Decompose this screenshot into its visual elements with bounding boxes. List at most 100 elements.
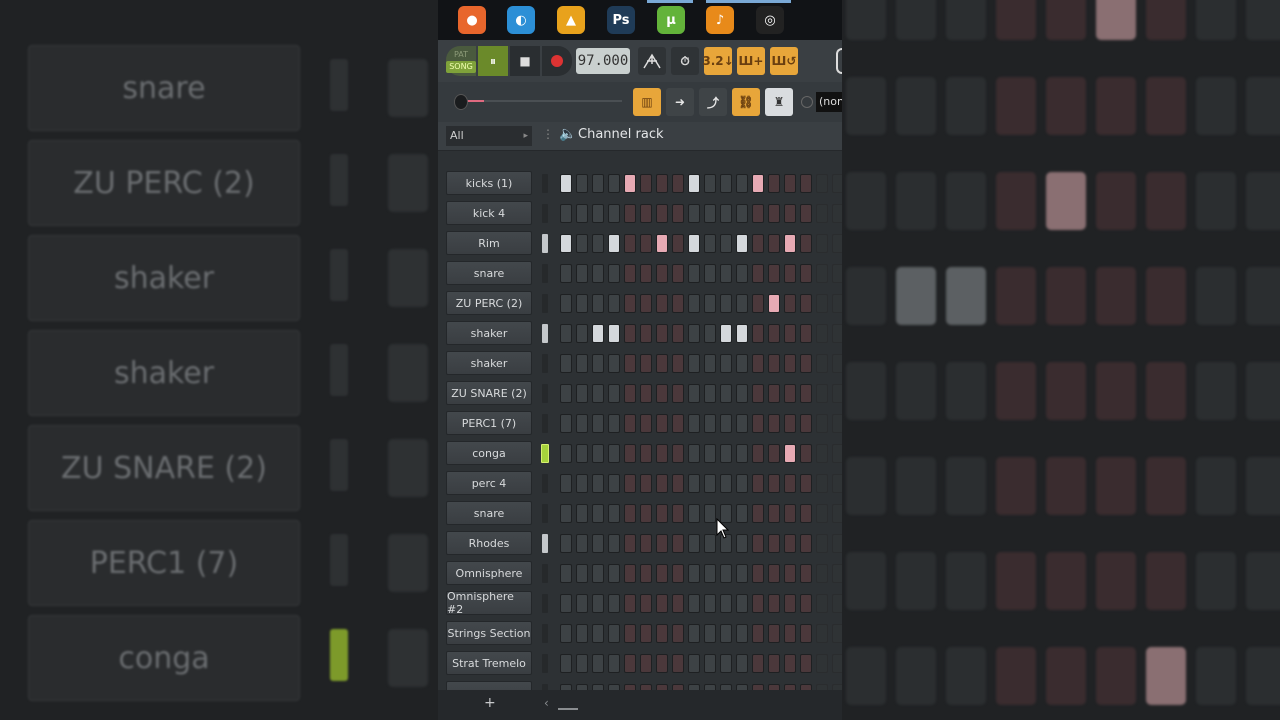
step-button[interactable] (736, 354, 748, 373)
step-button[interactable] (720, 594, 732, 613)
step-button[interactable] (736, 264, 748, 283)
output-select[interactable]: (non (816, 92, 842, 112)
step-button[interactable] (816, 294, 828, 313)
step-button[interactable] (560, 534, 572, 553)
step-button[interactable] (784, 594, 796, 613)
step-button[interactable] (656, 594, 668, 613)
step-button[interactable] (720, 204, 732, 223)
step-button[interactable] (688, 534, 700, 553)
step-button[interactable] (624, 504, 636, 523)
step-button[interactable] (720, 654, 732, 673)
step-button[interactable] (800, 204, 812, 223)
step-button[interactable] (704, 534, 716, 553)
step-button[interactable] (672, 624, 684, 643)
channel-select-led[interactable] (542, 564, 548, 583)
step-button[interactable] (576, 174, 588, 193)
step-button[interactable] (768, 594, 780, 613)
step-button[interactable] (608, 204, 620, 223)
step-button[interactable] (656, 444, 668, 463)
step-button[interactable] (592, 564, 604, 583)
step-button[interactable] (640, 204, 652, 223)
step-button[interactable] (688, 174, 700, 193)
obs-icon[interactable]: ◎ (756, 6, 784, 34)
step-button[interactable] (800, 534, 812, 553)
step-button[interactable] (800, 654, 812, 673)
channel-name-button[interactable]: shaker (446, 321, 532, 345)
step-button[interactable] (592, 384, 604, 403)
step-button[interactable] (784, 654, 796, 673)
step-button[interactable] (800, 234, 812, 253)
step-button[interactable] (800, 594, 812, 613)
step-button[interactable] (768, 294, 780, 313)
add-channel-button[interactable]: + (484, 695, 496, 711)
step-button[interactable] (752, 264, 764, 283)
step-button[interactable] (576, 564, 588, 583)
step-button[interactable] (560, 174, 572, 193)
stop-button[interactable]: ■ (510, 46, 540, 76)
step-button[interactable] (768, 354, 780, 373)
channel-name-button[interactable]: kicks (1) (446, 171, 532, 195)
step-button[interactable] (752, 174, 764, 193)
step-button[interactable] (832, 234, 842, 253)
step-button[interactable] (704, 324, 716, 343)
step-button[interactable] (768, 534, 780, 553)
step-button[interactable] (768, 474, 780, 493)
step-button[interactable] (656, 234, 668, 253)
step-button[interactable] (624, 444, 636, 463)
step-button[interactable] (720, 624, 732, 643)
step-button[interactable] (752, 654, 764, 673)
tempo-display[interactable]: 97.000 (576, 48, 630, 74)
channel-select-led[interactable] (542, 504, 548, 523)
step-button[interactable] (768, 264, 780, 283)
step-button[interactable] (832, 264, 842, 283)
step-button[interactable] (608, 234, 620, 253)
pause-button[interactable]: ⏸ (478, 46, 508, 76)
channel-name-button[interactable]: conga (446, 441, 532, 465)
step-button[interactable] (736, 444, 748, 463)
step-button[interactable] (576, 504, 588, 523)
step-button[interactable] (624, 324, 636, 343)
channel-select-led[interactable] (542, 624, 548, 643)
step-button[interactable] (672, 264, 684, 283)
step-button[interactable] (640, 414, 652, 433)
step-button[interactable] (688, 444, 700, 463)
step-button[interactable] (704, 594, 716, 613)
step-button[interactable] (592, 414, 604, 433)
step-button[interactable] (640, 564, 652, 583)
step-button[interactable] (592, 234, 604, 253)
step-button[interactable] (656, 474, 668, 493)
step-button[interactable] (752, 534, 764, 553)
step-button[interactable] (592, 534, 604, 553)
step-button[interactable] (784, 474, 796, 493)
step-button[interactable] (832, 324, 842, 343)
step-button[interactable] (624, 234, 636, 253)
step-button[interactable] (608, 504, 620, 523)
step-button[interactable] (640, 534, 652, 553)
scroll-thumb[interactable] (558, 708, 578, 710)
step-button[interactable] (752, 564, 764, 583)
step-button[interactable] (800, 174, 812, 193)
step-button[interactable] (592, 294, 604, 313)
step-button[interactable] (672, 474, 684, 493)
step-button[interactable] (752, 624, 764, 643)
step-button[interactable] (784, 204, 796, 223)
step-button[interactable] (624, 204, 636, 223)
step-button[interactable] (656, 384, 668, 403)
step-button[interactable] (816, 384, 828, 403)
step-button[interactable] (656, 324, 668, 343)
loop-record-button[interactable]: Ш↺ (770, 47, 798, 75)
channel-name-button[interactable]: Strings Section (446, 621, 532, 645)
channel-select-led[interactable] (542, 654, 548, 673)
step-button[interactable] (800, 384, 812, 403)
scroll-left-icon[interactable]: ‹ (544, 696, 549, 710)
step-button[interactable] (832, 354, 842, 373)
step-button[interactable] (576, 324, 588, 343)
step-button[interactable] (624, 594, 636, 613)
step-button[interactable] (608, 594, 620, 613)
step-button[interactable] (576, 204, 588, 223)
step-button[interactable] (656, 174, 668, 193)
step-button[interactable] (560, 324, 572, 343)
step-button[interactable] (592, 354, 604, 373)
step-button[interactable] (816, 474, 828, 493)
step-button[interactable] (704, 354, 716, 373)
